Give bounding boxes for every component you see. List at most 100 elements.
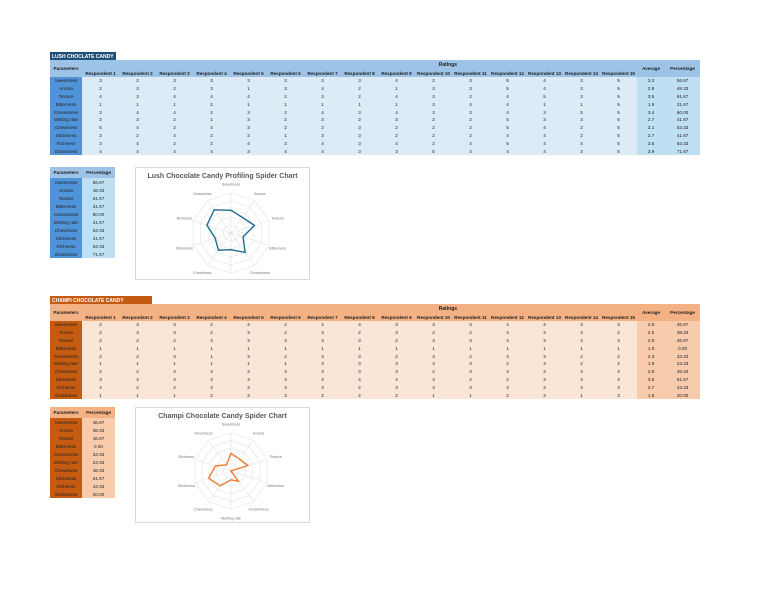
rating-cell[interactable]: 1 — [156, 360, 193, 368]
average-cell[interactable]: 1.9 — [637, 100, 666, 109]
rating-cell[interactable]: 4 — [489, 321, 526, 329]
rating-cell[interactable]: 3 — [452, 360, 489, 368]
rating-cell[interactable]: 4 — [193, 93, 230, 101]
rating-cell[interactable]: 3 — [304, 329, 341, 337]
rating-cell[interactable]: 2 — [415, 139, 452, 147]
rating-cell[interactable]: 2 — [230, 383, 267, 391]
rating-cell[interactable]: 2 — [452, 93, 489, 101]
percentage-cell[interactable]: 31.67 — [82, 202, 115, 210]
percentage-cell[interactable]: 23.33 — [82, 458, 115, 466]
rating-cell[interactable]: 3 — [378, 360, 415, 368]
rating-cell[interactable]: 2 — [341, 93, 378, 101]
rating-cell[interactable]: 2 — [378, 132, 415, 140]
rating-cell[interactable]: 1 — [378, 85, 415, 93]
rating-cell[interactable]: 2 — [230, 132, 267, 140]
rating-cell[interactable]: 1 — [230, 100, 267, 108]
rating-cell[interactable]: 2 — [82, 108, 119, 116]
rating-cell[interactable]: 3 — [452, 368, 489, 376]
average-cell[interactable]: 3.3 — [637, 77, 666, 85]
rating-cell[interactable]: 4 — [489, 337, 526, 345]
rating-cell[interactable]: 4 — [341, 321, 378, 329]
rating-cell[interactable]: 3 — [526, 337, 563, 345]
percentage-cell[interactable]: 46.67 — [82, 418, 115, 426]
rating-cell[interactable]: 5 — [489, 124, 526, 132]
percentage-cell[interactable]: 33.33 — [665, 352, 701, 360]
rating-cell[interactable]: 3 — [82, 139, 119, 147]
rating-cell[interactable]: 3 — [452, 85, 489, 93]
average-cell[interactable]: 2.7 — [637, 115, 666, 124]
rating-cell[interactable]: 2 — [563, 352, 600, 360]
rating-cell[interactable]: 2 — [452, 132, 489, 140]
rating-cell[interactable]: 3 — [600, 391, 637, 399]
rating-cell[interactable]: 1 — [193, 352, 230, 360]
average-cell[interactable]: 1.8 — [637, 391, 666, 399]
rating-cell[interactable]: 3 — [304, 116, 341, 124]
rating-cell[interactable]: 4 — [304, 85, 341, 93]
rating-cell[interactable]: 2 — [230, 321, 267, 329]
rating-cell[interactable]: 4 — [489, 93, 526, 101]
rating-cell[interactable]: 2 — [452, 352, 489, 360]
rating-cell[interactable]: 4 — [489, 147, 526, 155]
rating-cell[interactable]: 2 — [82, 85, 119, 93]
parameter-cell[interactable]: Richness — [50, 383, 82, 392]
rating-cell[interactable]: 2 — [563, 360, 600, 368]
rating-cell[interactable]: 3 — [563, 321, 600, 329]
rating-cell[interactable]: 1 — [156, 344, 193, 352]
rating-cell[interactable]: 3 — [304, 352, 341, 360]
rating-cell[interactable]: 3 — [193, 376, 230, 384]
rating-cell[interactable]: 2 — [193, 329, 230, 337]
rating-cell[interactable]: 3 — [452, 383, 489, 391]
rating-cell[interactable]: 4 — [304, 376, 341, 384]
rating-cell[interactable]: 3 — [563, 77, 600, 85]
parameter-cell[interactable]: Sweetness — [50, 77, 82, 85]
rating-cell[interactable]: 5 — [489, 139, 526, 147]
rating-cell[interactable]: 3 — [526, 108, 563, 116]
rating-cell[interactable]: 2 — [415, 132, 452, 140]
rating-cell[interactable]: 2 — [193, 321, 230, 329]
parameter-cell[interactable]: Sweetness — [50, 321, 82, 329]
rating-cell[interactable]: 2 — [82, 337, 119, 345]
rating-cell[interactable]: 1 — [304, 344, 341, 352]
rating-cell[interactable]: 3 — [230, 337, 267, 345]
average-cell[interactable]: 2.7 — [637, 131, 666, 140]
rating-cell[interactable]: 4 — [119, 139, 156, 147]
rating-cell[interactable]: 3 — [156, 352, 193, 360]
rating-cell[interactable]: 2 — [304, 391, 341, 399]
average-cell[interactable]: 1.0 — [637, 344, 666, 353]
rating-cell[interactable]: 4 — [156, 93, 193, 101]
rating-cell[interactable]: 2 — [267, 124, 304, 132]
rating-cell[interactable]: 4 — [156, 147, 193, 155]
percentage-cell[interactable]: 71.67 — [82, 250, 115, 258]
rating-cell[interactable]: 2 — [119, 383, 156, 391]
average-cell[interactable]: 2.9 — [637, 321, 666, 329]
parameter-cell[interactable]: Aroma — [50, 84, 82, 93]
rating-cell[interactable]: 3 — [230, 352, 267, 360]
parameter-cell[interactable]: Texture — [50, 194, 82, 202]
rating-cell[interactable]: 1 — [193, 344, 230, 352]
rating-cell[interactable]: 2 — [341, 329, 378, 337]
rating-cell[interactable]: 2 — [415, 116, 452, 124]
rating-cell[interactable]: 2 — [119, 368, 156, 376]
rating-cell[interactable]: 1 — [526, 344, 563, 352]
rating-cell[interactable]: 2 — [415, 77, 452, 85]
rating-cell[interactable]: 1 — [600, 344, 637, 352]
parameter-cell[interactable]: Chewiness — [50, 226, 82, 234]
rating-cell[interactable]: 5 — [489, 85, 526, 93]
average-cell[interactable]: 3.4 — [637, 108, 666, 116]
parameter-cell[interactable]: Richness — [50, 242, 82, 250]
rating-cell[interactable]: 2 — [193, 100, 230, 108]
rating-cell[interactable]: 4 — [563, 368, 600, 376]
average-cell[interactable]: 3.9 — [637, 147, 666, 155]
rating-cell[interactable]: 3 — [304, 337, 341, 345]
rating-cell[interactable]: 3 — [378, 116, 415, 124]
rating-cell[interactable]: 2 — [82, 352, 119, 360]
rating-cell[interactable]: 3 — [563, 93, 600, 101]
rating-cell[interactable]: 4 — [304, 139, 341, 147]
rating-cell[interactable]: 2 — [600, 329, 637, 337]
rating-cell[interactable]: 3 — [341, 147, 378, 155]
rating-cell[interactable]: 4 — [156, 132, 193, 140]
rating-cell[interactable]: 3 — [230, 124, 267, 132]
rating-cell[interactable]: 3 — [489, 352, 526, 360]
rating-cell[interactable]: 3 — [600, 337, 637, 345]
parameter-cell[interactable]: Chewiness — [50, 367, 82, 376]
